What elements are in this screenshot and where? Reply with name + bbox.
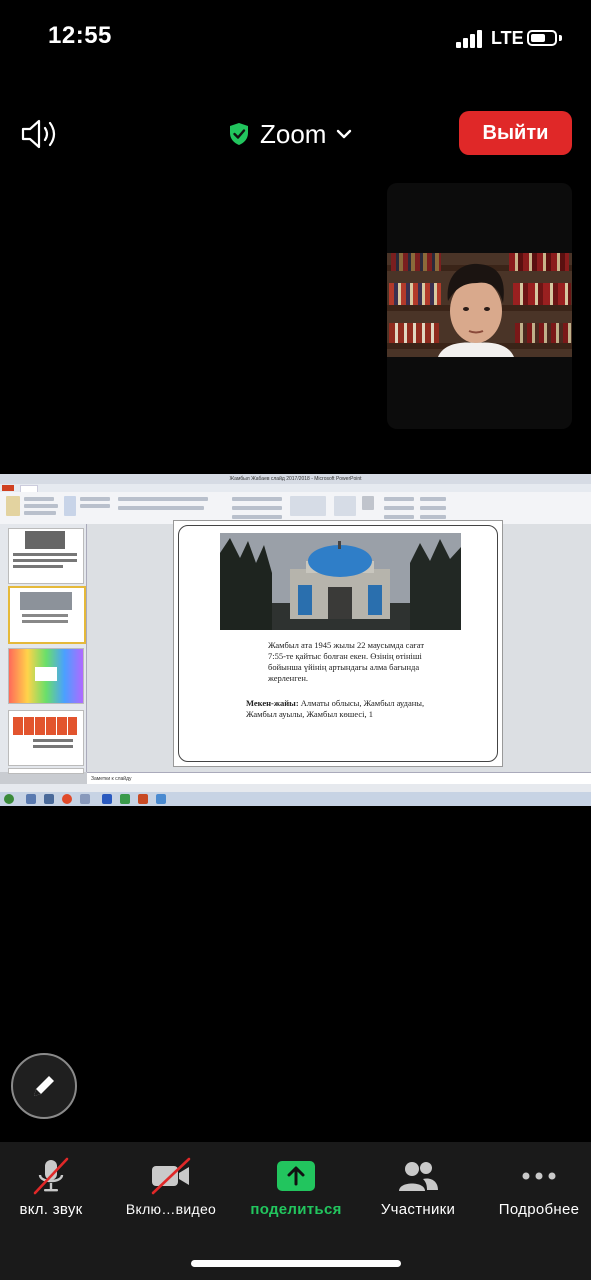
slide-paragraph: Жамбыл ата 1945 жылы 22 маусымда сағат 7…	[268, 640, 425, 683]
participants-icon	[399, 1162, 438, 1191]
signal-icon	[456, 30, 484, 48]
status-strip	[0, 784, 591, 792]
participants-label: Участники	[380, 1201, 456, 1218]
speaker-icon[interactable]	[20, 118, 60, 150]
network-type: LTE	[491, 28, 524, 48]
notes-pane: Заметки к слайду	[87, 772, 591, 784]
participant-person	[438, 263, 514, 357]
participant-video-tile[interactable]	[387, 183, 572, 429]
leave-button[interactable]: Выйти	[459, 111, 572, 155]
share-button[interactable]: поделиться	[242, 1157, 350, 1227]
slide-thumb[interactable]	[8, 586, 86, 644]
slide-thumb[interactable]	[8, 768, 84, 774]
slide-thumb[interactable]	[8, 648, 84, 704]
unmute-button[interactable]: вкл. звук	[8, 1157, 94, 1227]
status-bar: 12:55 LTE	[0, 0, 591, 80]
pencil-icon	[34, 1076, 54, 1096]
share-label: поделиться	[250, 1201, 342, 1218]
taskbar	[0, 792, 591, 806]
start-video-label: Вклю…видео	[125, 1201, 217, 1217]
shield-check-icon	[230, 123, 248, 145]
more-label: Подробнее	[498, 1201, 580, 1218]
annotate-button[interactable]	[11, 1053, 77, 1119]
slide-thumb[interactable]	[8, 710, 84, 766]
slide-thumb[interactable]	[8, 528, 84, 584]
more-dots-icon	[522, 1172, 556, 1180]
chevron-down-icon	[337, 129, 352, 139]
window-title: Жамбыл Жабаев слайд 2017/2018 - Microsof…	[0, 474, 591, 484]
address-label: Мекен-жайы:	[246, 698, 299, 708]
start-video-button[interactable]: Вклю…видео	[120, 1157, 222, 1227]
share-arrow-icon	[277, 1161, 315, 1191]
ribbon-tabs	[0, 484, 591, 493]
app-name: Zoom	[260, 118, 327, 149]
meeting-title[interactable]: Zoom	[228, 116, 352, 152]
mausoleum-photo	[220, 533, 461, 630]
slide-address: Мекен-жайы: Алматы облысы, Жамбыл ауданы…	[246, 698, 446, 720]
slide-thumbnails	[0, 524, 87, 774]
mic-off-icon	[33, 1157, 69, 1195]
video-off-icon	[151, 1157, 191, 1195]
unmute-label: вкл. звук	[19, 1201, 83, 1218]
battery-tip	[559, 35, 562, 41]
status-time: 12:55	[48, 22, 112, 49]
more-button[interactable]: Подробнее	[489, 1157, 589, 1227]
battery-icon	[527, 30, 557, 46]
participants-button[interactable]: Участники	[370, 1157, 466, 1227]
home-indicator[interactable]	[191, 1260, 401, 1267]
participant-video	[387, 253, 572, 357]
